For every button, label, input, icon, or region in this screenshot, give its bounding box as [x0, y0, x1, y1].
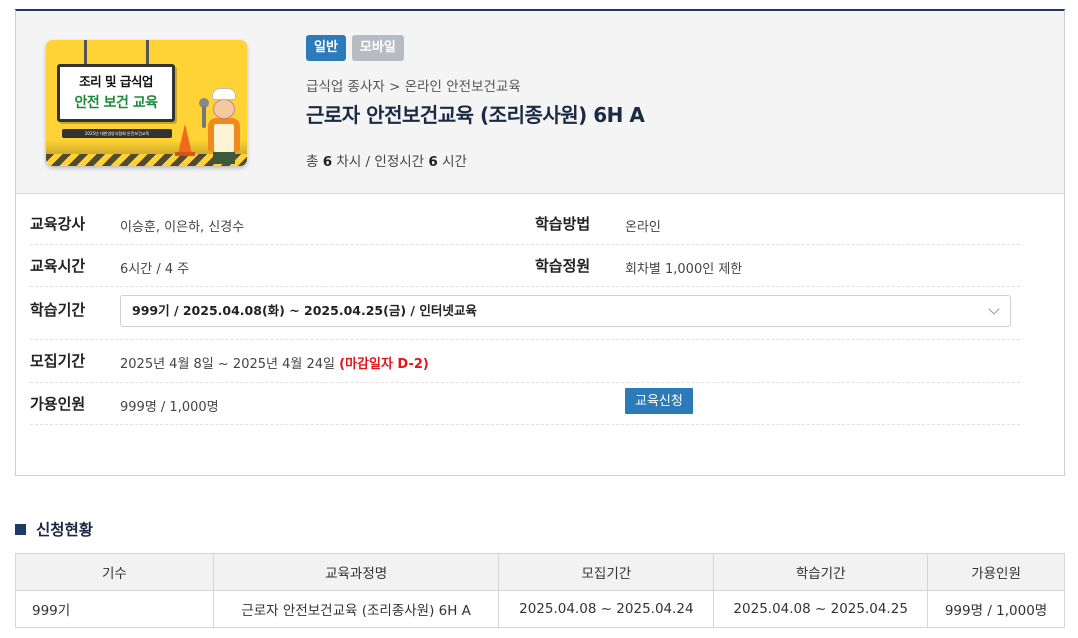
sign-wire: [146, 40, 149, 66]
status-title: 신청현황: [36, 521, 94, 539]
course-thumbnail[interactable]: 조리 및 급식업 안전 보건 교육 2025년 대한영양사협회 안전보건교육: [46, 40, 247, 166]
period-label: 학습기간: [30, 301, 86, 319]
thumbnail-sign: 조리 및 급식업 안전 보건 교육: [57, 64, 175, 122]
instructors-value: 이승훈, 이은하, 신경수: [120, 220, 245, 235]
page-title: 근로자 안전보건교육 (조리종사원) 6H A: [306, 103, 645, 127]
cell-recruit-period: 2025.04.08 ~ 2025.04.24: [498, 590, 715, 628]
duration-value: 6시간 / 4 주: [120, 262, 190, 277]
info-row-duration: 교육시간 6시간 / 4 주 학습정원 회차별 1,000인 제한: [30, 245, 1020, 287]
thumbnail-line2: 안전 보건 교육: [74, 95, 158, 111]
course-summary: 총 6 차시 / 인정시간 6 시간: [306, 150, 467, 170]
cell-course-name: 근로자 안전보건교육 (조리종사원) 6H A: [212, 590, 500, 628]
period-select-value: 999기 / 2025.04.08(화) ~ 2025.04.25(금) / 인…: [132, 303, 477, 318]
column-header: 교육과정명: [212, 553, 500, 591]
thumbnail-caption: 2025년 대한영양사협회 안전보건교육: [62, 129, 172, 138]
info-row-available: 가용인원 999명 / 1,000명 교육신청: [30, 383, 1020, 425]
column-header: 학습기간: [713, 553, 929, 591]
duration-label: 교육시간: [30, 257, 86, 275]
course-info: 교육강사 이승훈, 이은하, 신경수 학습방법 온라인 교육시간 6시간 / 4…: [30, 203, 1020, 425]
instructors-label: 교육강사: [30, 215, 86, 233]
recruit-deadline: (마감일자 D-2): [339, 357, 429, 372]
chef-apron: [214, 124, 234, 152]
section-title-status: 신청현황: [15, 518, 93, 540]
capacity-value: 회차별 1,000인 제한: [625, 262, 743, 277]
available-value: 999명 / 1,000명: [120, 400, 219, 415]
summary-hours-unit: 시간: [442, 154, 467, 170]
recruit-period: 2025년 4월 8일 ~ 2025년 4월 24일: [120, 357, 335, 372]
course-header: 조리 및 급식업 안전 보건 교육 2025년 대한영양사협회 안전보건교육 일…: [16, 11, 1064, 194]
badge-general: 일반: [306, 35, 346, 61]
capacity-label: 학습정원: [535, 257, 591, 275]
period-select[interactable]: 999기 / 2025.04.08(화) ~ 2025.04.25(금) / 인…: [120, 295, 1011, 327]
traffic-cone-base: [175, 152, 195, 156]
chef-hat: [212, 88, 236, 100]
column-header: 가용인원: [927, 553, 1065, 591]
sign-wire: [84, 40, 87, 66]
method-label: 학습방법: [535, 215, 591, 233]
course-badges: 일반 모바일: [306, 35, 404, 61]
cell-term: 999기: [15, 590, 214, 628]
recruit-value: 2025년 4월 8일 ~ 2025년 4월 24일 (마감일자 D-2): [120, 353, 429, 372]
breadcrumb: 급식업 종사자 > 온라인 안전보건교육: [306, 79, 521, 95]
chevron-down-icon: [988, 303, 1000, 315]
summary-hours: 6: [428, 154, 438, 170]
traffic-cone-icon: [178, 124, 192, 154]
table-header-row: 기수 교육과정명 모집기간 학습기간 가용인원: [15, 553, 1065, 591]
available-label: 가용인원: [30, 395, 86, 413]
cell-study-period: 2025.04.08 ~ 2025.04.25: [713, 590, 929, 628]
status-table: 기수 교육과정명 모집기간 학습기간 가용인원 999기 근로자 안전보건교육 …: [15, 553, 1065, 628]
info-row-instructors: 교육강사 이승훈, 이은하, 신경수 학습방법 온라인: [30, 203, 1020, 245]
method-value: 온라인: [625, 220, 661, 235]
ladle-handle: [202, 106, 206, 128]
badge-mobile: 모바일: [351, 35, 404, 61]
chef-illustration: [199, 88, 246, 166]
summary-prefix: 총: [306, 154, 319, 170]
chef-face: [213, 99, 235, 119]
info-row-period: 학습기간 999기 / 2025.04.08(화) ~ 2025.04.25(금…: [30, 287, 1020, 340]
apply-button[interactable]: 교육신청: [625, 388, 693, 414]
column-header: 모집기간: [498, 553, 715, 591]
thumbnail-line1: 조리 및 급식업: [79, 74, 153, 89]
column-header: 기수: [15, 553, 214, 591]
cell-available: 999명 / 1,000명: [927, 590, 1065, 628]
summary-sessions: 6: [322, 154, 333, 170]
chef-legs: [213, 152, 235, 164]
table-row: 999기 근로자 안전보건교육 (조리종사원) 6H A 2025.04.08 …: [15, 590, 1065, 628]
info-row-recruit: 모집기간 2025년 4월 8일 ~ 2025년 4월 24일 (마감일자 D-…: [30, 340, 1020, 383]
section-square-icon: [15, 523, 26, 535]
recruit-label: 모집기간: [30, 352, 86, 370]
summary-sessions-unit: 차시 / 인정시간: [336, 154, 425, 170]
